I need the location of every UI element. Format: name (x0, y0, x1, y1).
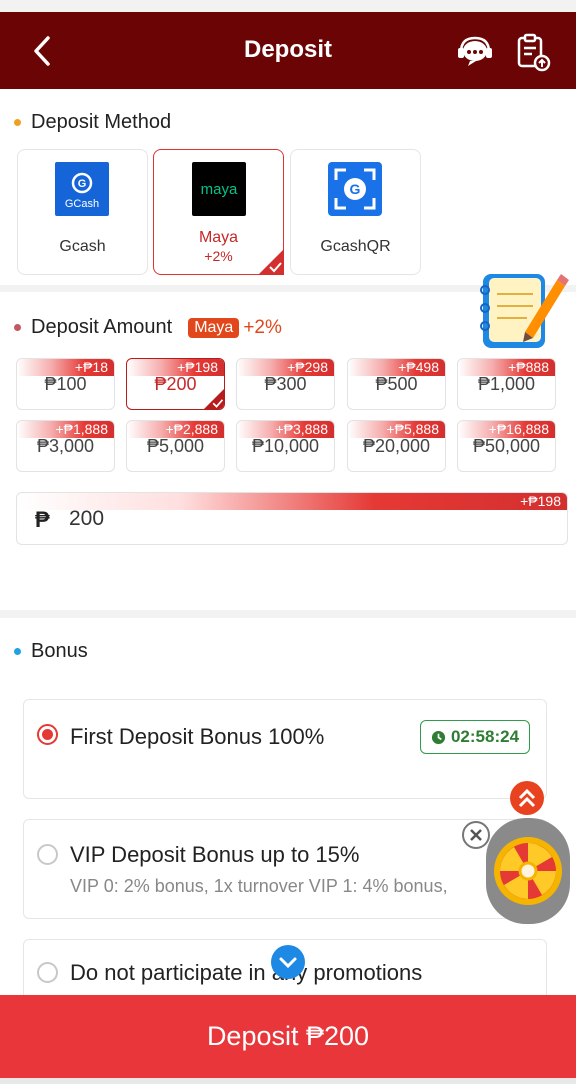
amount-option[interactable]: +₱2,888 ₱5,000 (126, 420, 225, 472)
bonus-section: Bonus First Deposit Bonus 100% 02:58:24 … (0, 618, 576, 995)
title-dot (14, 119, 21, 126)
deposit-button[interactable]: Deposit ₱200 (0, 995, 576, 1078)
section-title: Bonus (14, 640, 88, 663)
radio-unselected[interactable] (37, 844, 58, 865)
amount-option[interactable]: +₱198 ₱200 (126, 358, 225, 410)
amount-input-box[interactable]: +₱198 ₱ 200 (16, 492, 568, 545)
method-gcash[interactable]: G GCash Gcash (17, 149, 148, 275)
amount-value: ₱500 (375, 374, 418, 394)
amount-value: ₱50,000 (472, 436, 541, 456)
method-label: Gcash (59, 238, 106, 255)
scroll-top-icon[interactable] (509, 780, 545, 816)
selected-check-icon (258, 249, 284, 275)
spin-wheel-widget[interactable] (486, 818, 570, 924)
amount-value: ₱300 (264, 374, 307, 394)
deposit-amount-title: Deposit Amount (31, 316, 173, 338)
amount-option[interactable]: +₱1,888 ₱3,000 (16, 420, 115, 472)
title-dot (14, 648, 21, 655)
svg-text:maya: maya (201, 181, 238, 198)
amount-option[interactable]: +₱888 ₱1,000 (457, 358, 556, 410)
svg-text:GCash: GCash (65, 198, 99, 210)
bonus-option-title: VIP Deposit Bonus up to 15% (70, 842, 360, 867)
bonus-option-desc: VIP 0: 2% bonus, 1x turnover VIP 1: 4% b… (70, 876, 448, 896)
close-icon[interactable] (461, 820, 491, 850)
maya-logo-icon: maya (192, 162, 246, 216)
gcashqr-logo-icon: G (328, 162, 382, 216)
bonus-option-title: Do not participate in any promotions (70, 960, 423, 985)
amount-value: ₱20,000 (362, 436, 431, 456)
amount-value: ₱5,000 (146, 436, 205, 456)
currency-symbol: ₱ (35, 507, 50, 532)
bonus-option-title: First Deposit Bonus 100% (70, 724, 325, 749)
method-maya[interactable]: maya Maya +2% (153, 149, 284, 275)
deposit-records-icon[interactable] (514, 32, 552, 72)
title-dot (14, 324, 21, 331)
amount-option[interactable]: +₱18 ₱100 (16, 358, 115, 410)
countdown-timer: 02:58:24 (420, 720, 530, 754)
amount-option[interactable]: +₱16,888 ₱50,000 (457, 420, 556, 472)
section-title: Deposit Method (14, 111, 171, 134)
deposit-method-title: Deposit Method (31, 111, 172, 133)
method-tag-bonus: +2% (243, 316, 282, 338)
maya-label: Maya (198, 229, 239, 246)
amount-option[interactable]: +₱498 ₱500 (347, 358, 446, 410)
radio-selected[interactable] (37, 724, 58, 745)
amount-value: ₱10,000 (251, 436, 320, 456)
amount-value: ₱3,000 (36, 436, 95, 456)
bonus-option-first-deposit[interactable]: First Deposit Bonus 100% 02:58:24 (23, 699, 547, 799)
customer-service-icon[interactable] (456, 34, 494, 68)
svg-text:G: G (350, 181, 361, 197)
status-strip (0, 0, 576, 12)
amount-option[interactable]: +₱298 ₱300 (236, 358, 335, 410)
amount-value: ₱1,000 (477, 374, 536, 394)
selected-check-icon (204, 389, 224, 409)
deposit-method-section: Deposit Method G GCash Gcash maya Maya +… (0, 89, 576, 285)
method-tag: Maya (188, 317, 240, 338)
radio-unselected[interactable] (37, 962, 58, 983)
section-title: Deposit Amount Maya +2% (14, 316, 282, 339)
amount-option[interactable]: +₱5,888 ₱20,000 (347, 420, 446, 472)
lucky-wheel-icon[interactable] (486, 829, 570, 913)
amount-option[interactable]: +₱3,888 ₱10,000 (236, 420, 335, 472)
method-label: GcashQR (320, 238, 391, 255)
amount-input[interactable]: 200 (69, 507, 369, 531)
timer-value: 02:58:24 (450, 727, 520, 746)
notepad-float-icon[interactable] (473, 262, 569, 358)
clock-icon (431, 730, 446, 744)
method-gcashqr[interactable]: G GcashQR (290, 149, 421, 275)
amount-value: ₱100 (44, 374, 87, 394)
bonus-title: Bonus (31, 640, 88, 662)
scroll-down-icon[interactable] (271, 945, 305, 979)
gcash-logo-icon: G GCash (55, 162, 109, 216)
header-bar: Deposit (0, 12, 576, 89)
bottom-strip (0, 1078, 576, 1084)
svg-text:G: G (78, 178, 87, 190)
